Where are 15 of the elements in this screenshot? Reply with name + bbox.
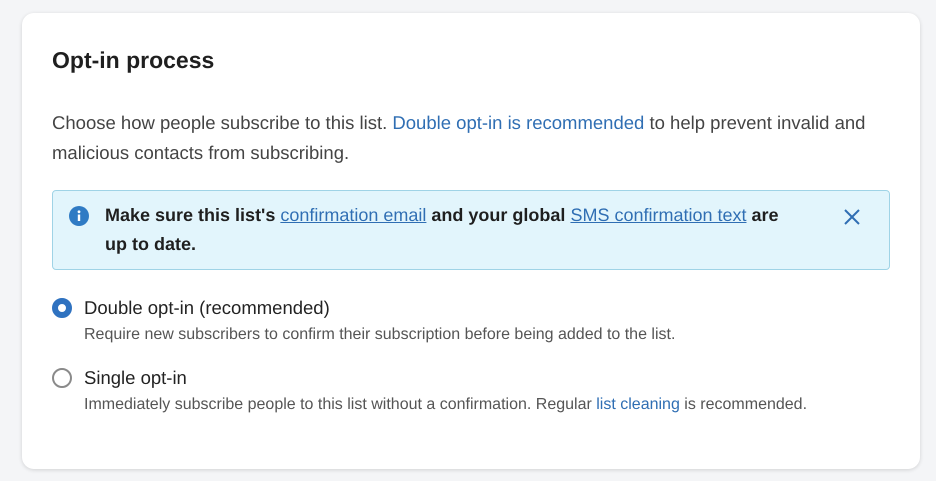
radio-button[interactable]	[52, 368, 72, 388]
radio-button[interactable]	[52, 298, 72, 318]
link[interactable]: confirmation email	[280, 205, 426, 225]
alert-message: Make sure this list's confirmation email and your global SMS confirmation text are up to date.	[105, 204, 780, 256]
section-title: Opt-in process	[52, 47, 216, 74]
option-description: Require new subscribers to confirm their subscription before being added to the list.	[84, 325, 676, 345]
link[interactable]: SMS confirmation text	[570, 205, 746, 225]
close-icon	[843, 208, 861, 226]
link[interactable]: list cleaning	[596, 396, 680, 413]
link[interactable]: Double opt-in is recommended	[392, 112, 644, 133]
option-label[interactable]: Single opt-in	[84, 366, 808, 390]
option-description: Immediately subscribe people to this list without a confirmation. Regular list cleaning is recommended.	[84, 395, 808, 415]
info-icon	[69, 206, 89, 226]
intro-text: Choose how people subscribe to this list. Double opt-in is recommended to help prevent invalid and malicious contacts from subscribing.	[52, 111, 866, 165]
option-label[interactable]: Double opt-in (recommended)	[84, 296, 676, 320]
